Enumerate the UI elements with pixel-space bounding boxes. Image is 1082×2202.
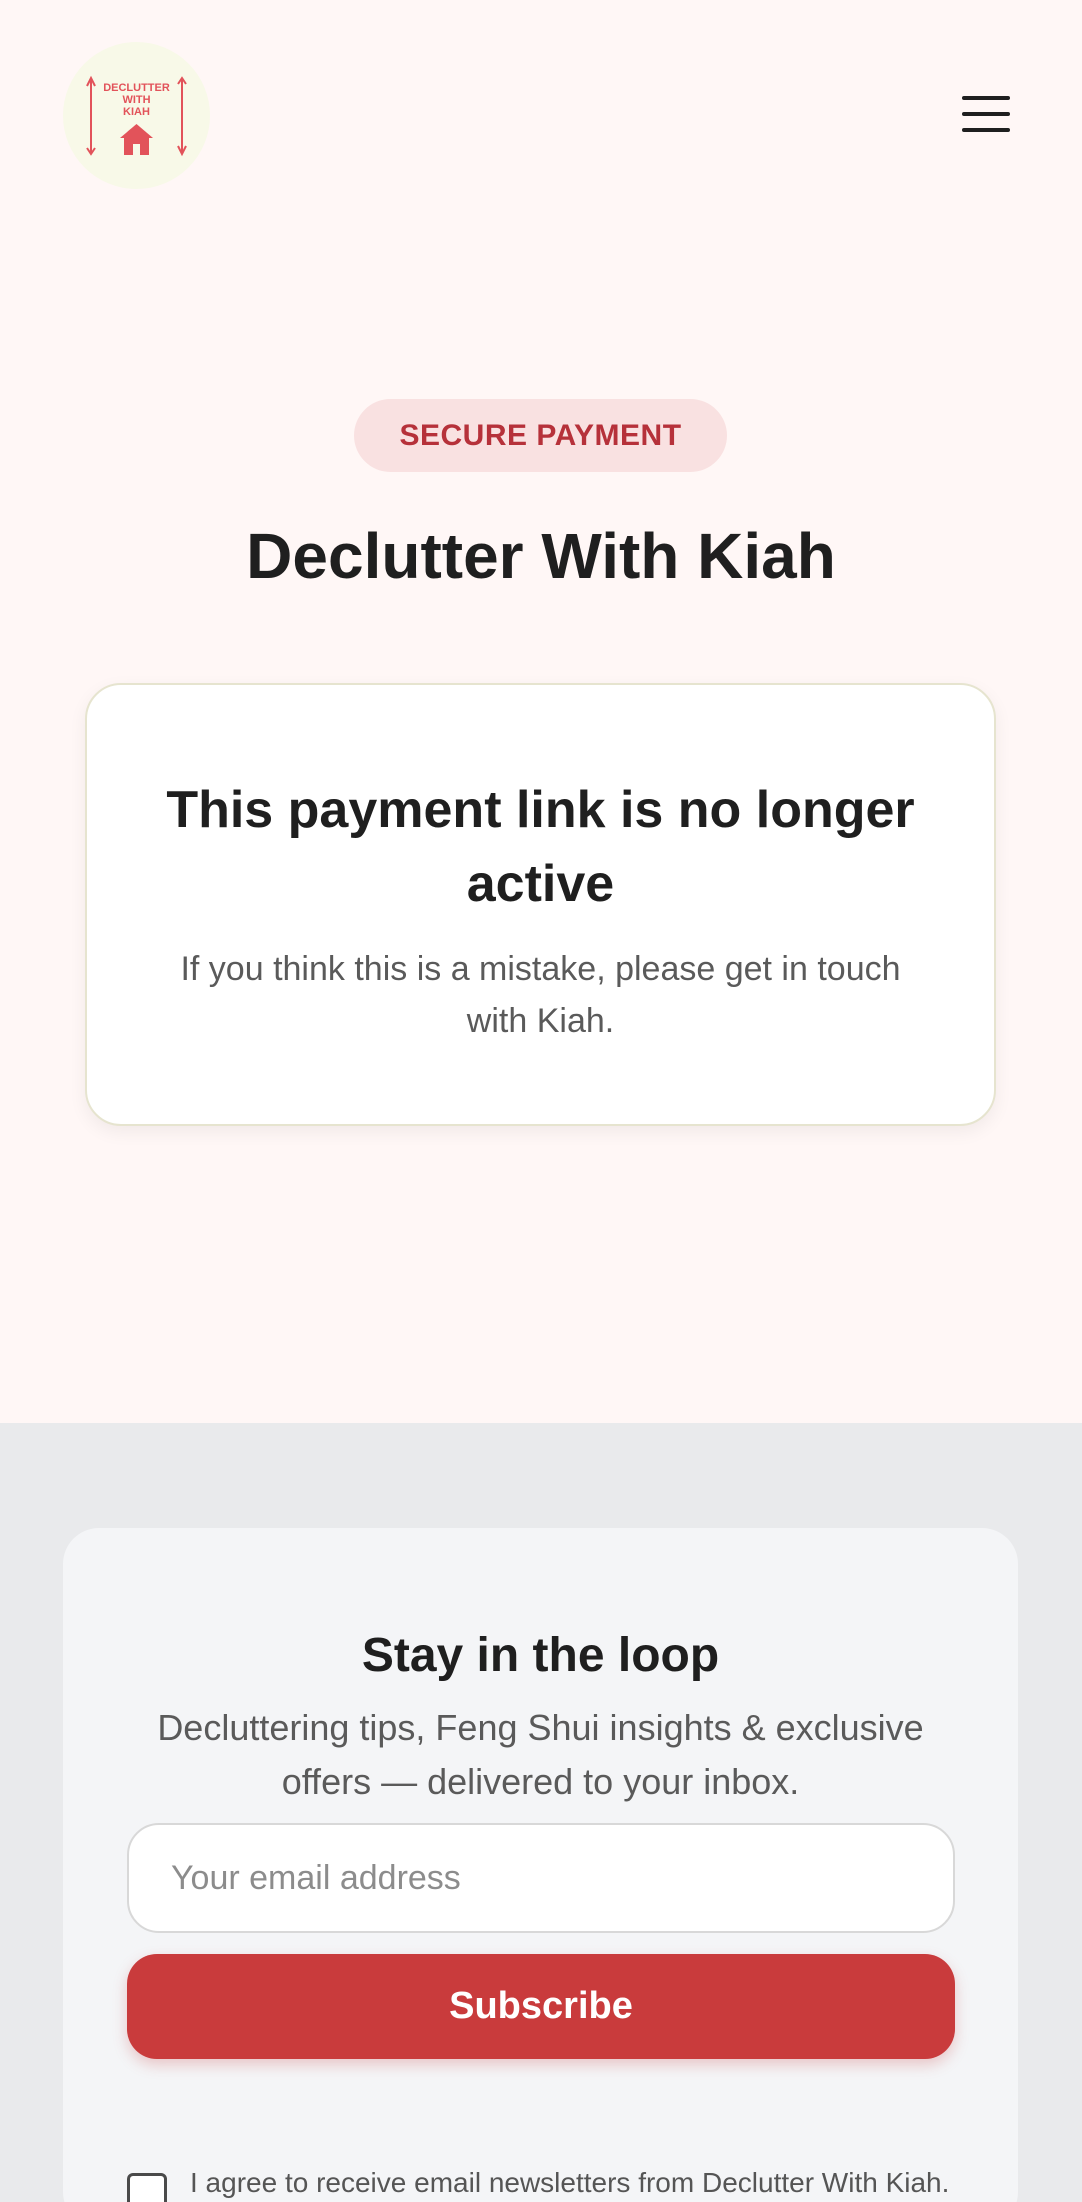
consent-label: I agree to receive email newsletters fro… [190, 2167, 950, 2198]
menu-button[interactable] [956, 88, 1016, 144]
card-title: This payment link is no longer active [166, 781, 915, 913]
site-logo[interactable]: DECLUTTER WITH KIAH [63, 42, 210, 189]
email-input[interactable] [127, 1823, 955, 1933]
secure-payment-badge: SECURE PAYMENT [354, 399, 727, 472]
newsletter-title: Stay in the loop [361, 1629, 720, 1682]
footer-section: Stay in the loop Decluttering tips, Feng… [0, 1423, 1082, 2202]
merchant-name: Declutter With Kiah [246, 520, 836, 592]
house-icon [120, 124, 153, 155]
hamburger-menu-icon [962, 96, 1010, 132]
inactive-link-card: This payment link is no longer active If… [85, 683, 996, 1126]
newsletter-description: Decluttering tips, Feng Shui insights & … [157, 1707, 924, 1802]
subscribe-button[interactable]: Subscribe [127, 1954, 955, 2059]
newsletter-box: Stay in the loop Decluttering tips, Feng… [63, 1528, 1018, 2202]
main-section: DECLUTTER WITH KIAH SECURE PAYMENT Declu… [0, 0, 1082, 1423]
card-message: If you think this is a mistake, please g… [180, 950, 901, 1040]
consent-checkbox[interactable] [127, 2173, 167, 2202]
site-header: DECLUTTER WITH KIAH [0, 0, 1082, 230]
